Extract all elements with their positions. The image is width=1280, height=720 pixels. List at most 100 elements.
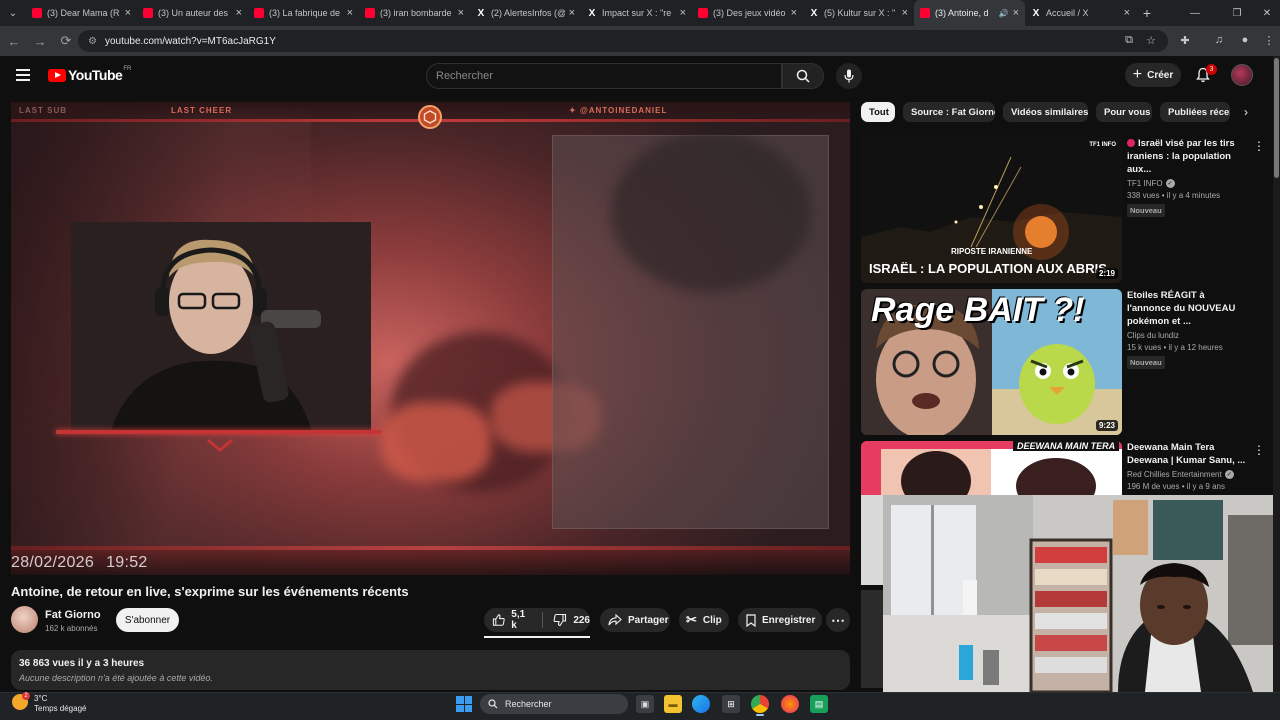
more-horizontal-icon: ⋯ <box>831 611 845 628</box>
reaction-webcam <box>883 495 1280 692</box>
recommendation-channel[interactable]: TF1 INFO ✓ <box>1127 179 1249 188</box>
new-tab-button[interactable]: + <box>1136 2 1158 24</box>
clip-button[interactable]: ✂ Clip <box>679 608 729 632</box>
more-actions-button[interactable]: ⋯ <box>826 608 850 632</box>
browser-menu-icon[interactable]: ⋮ <box>1258 29 1280 51</box>
browser-tab[interactable]: (3) La fabrique de × <box>248 0 359 26</box>
audio-playing-icon[interactable]: 🔊 <box>999 9 1009 18</box>
maximize-icon[interactable]: ❐ <box>1220 0 1254 26</box>
like-button[interactable]: 5,1 k <box>492 609 532 631</box>
install-app-icon[interactable]: ⧉ <box>1118 29 1140 51</box>
extensions-icon[interactable]: ✚ <box>1174 29 1196 51</box>
taskbar-search[interactable]: Rechercher <box>480 694 628 714</box>
video-thumbnail[interactable]: TF1 INFO RIPOSTE IRANIENNE ISRAËL : LA P… <box>861 137 1122 283</box>
file-explorer-icon[interactable]: ▬ <box>664 695 682 713</box>
site-info-icon[interactable]: ⚙ <box>88 36 97 47</box>
new-badge: Nouveau <box>1127 356 1165 369</box>
browser-tab[interactable]: (3) Antoine, d 🔊 × <box>914 0 1025 26</box>
weather-description[interactable]: Temps dégagé <box>34 704 86 713</box>
recommendation-title[interactable]: Etoiles RÉAGIT à l'annonce du NOUVEAU po… <box>1127 289 1249 328</box>
tab-close-icon[interactable]: × <box>791 7 797 19</box>
filter-chip[interactable]: Source : Fat Giorno <box>903 102 995 122</box>
tab-search-icon[interactable]: ⌄ <box>0 0 26 26</box>
weather-temperature[interactable]: 3°C <box>34 694 47 703</box>
description-box[interactable]: 36 863 vues il y a 3 heures Aucune descr… <box>11 650 850 690</box>
browser-tab-label: (3) iran bombarde <box>380 8 452 18</box>
tab-close-icon[interactable]: × <box>236 7 242 19</box>
filter-chip[interactable]: Publiées récemment <box>1160 102 1230 122</box>
recommendation-channel[interactable]: Red Chillies Entertainment ✓ <box>1127 470 1249 479</box>
forward-icon[interactable]: → <box>28 29 52 53</box>
chevron-down-icon <box>207 438 233 452</box>
recommendation-title[interactable]: Israël visé par les tirs iraniens : la p… <box>1127 137 1249 176</box>
firefox-icon[interactable] <box>781 695 799 713</box>
tab-close-icon[interactable]: × <box>680 7 686 19</box>
filter-chip[interactable]: Vidéos similaires <box>1003 102 1088 122</box>
dislike-button[interactable]: 226 <box>553 613 590 627</box>
account-avatar[interactable] <box>1231 64 1253 86</box>
like-divider <box>542 612 544 628</box>
subscribe-button[interactable]: S'abonner <box>116 608 179 632</box>
bookmark-star-icon[interactable]: ☆ <box>1140 29 1162 51</box>
taskbar-search-label: Rechercher <box>505 699 552 709</box>
search-button[interactable] <box>782 63 824 89</box>
windows-start-icon[interactable] <box>456 696 472 712</box>
tab-close-icon[interactable]: × <box>569 7 575 19</box>
browser-tab[interactable]: X Accueil / X × <box>1025 0 1136 26</box>
browser-tab[interactable]: X (5) Kultur sur X : " × <box>803 0 914 26</box>
recommendation-item[interactable]: Rage BAIT ?! 9:23 Etoiles RÉAGIT à l'ann… <box>861 289 1266 435</box>
minimize-icon[interactable]: — <box>1178 0 1212 26</box>
filter-chip[interactable]: Tout <box>861 102 895 122</box>
back-icon[interactable]: ← <box>2 29 26 53</box>
scrollbar-thumb[interactable] <box>1274 58 1279 178</box>
chrome-icon[interactable] <box>751 695 769 716</box>
browser-tab[interactable]: (3) Des jeux vidéo × <box>692 0 803 26</box>
browser-tab[interactable]: (3) Dear Mama (R × <box>26 0 137 26</box>
share-button[interactable]: Partager <box>600 608 670 632</box>
menu-icon[interactable] <box>16 69 30 81</box>
browser-tab[interactable]: (3) Un auteur des × <box>137 0 248 26</box>
video-thumbnail[interactable]: DEEWANA MAIN TERA <box>861 441 1122 495</box>
channel-name[interactable]: Fat Giorno <box>45 609 101 621</box>
more-vertical-icon[interactable]: ⋮ <box>1253 443 1265 457</box>
tab-close-icon[interactable]: × <box>1013 7 1019 19</box>
subscriber-count: 162 k abonnés <box>45 624 98 633</box>
video-thumbnail[interactable]: Rage BAIT ?! 9:23 <box>861 289 1122 435</box>
search-input[interactable] <box>427 64 781 88</box>
tab-close-icon[interactable]: × <box>347 7 353 19</box>
filter-chip[interactable]: Pour vous <box>1096 102 1152 122</box>
like-dislike-group: 5,1 k 226 <box>484 608 590 632</box>
tab-close-icon[interactable]: × <box>1124 7 1130 19</box>
recommendation-channel[interactable]: Clips du lundiz <box>1127 331 1249 340</box>
recommendation-title[interactable]: Deewana Main Tera Deewana | Kumar Sanu, … <box>1127 441 1249 467</box>
address-bar[interactable]: ⚙ youtube.com/watch?v=MT6acJaRG1Y <box>78 30 1168 52</box>
recommendation-item[interactable]: TF1 INFO RIPOSTE IRANIENNE ISRAËL : LA P… <box>861 137 1266 283</box>
browser-tab-label: (3) Dear Mama (R <box>47 8 120 18</box>
streaming-app-icon[interactable]: ▤ <box>810 695 828 713</box>
create-button[interactable]: + Créer <box>1125 63 1181 87</box>
recommendation-meta: 338 vues • il y a 4 minutes <box>1127 191 1221 200</box>
media-controls-icon[interactable]: ♫ <box>1208 29 1230 51</box>
save-button[interactable]: Enregistrer <box>738 608 822 632</box>
more-vertical-icon[interactable]: ⋮ <box>1253 139 1265 153</box>
reload-icon[interactable]: ⟳ <box>54 29 78 53</box>
profile-icon[interactable]: ● <box>1234 29 1256 51</box>
tab-close-icon[interactable]: × <box>458 7 464 19</box>
edge-icon[interactable] <box>692 695 710 713</box>
tab-close-icon[interactable]: × <box>125 7 131 19</box>
browser-tab[interactable]: X (2) AlertesInfos (@ × <box>470 0 581 26</box>
channel-avatar[interactable] <box>11 606 38 633</box>
logo-text: YouTube <box>68 67 123 83</box>
youtube-icon <box>32 8 42 18</box>
store-icon[interactable]: ⊞ <box>722 695 740 713</box>
chevron-right-icon[interactable]: › <box>1238 104 1254 120</box>
recommendation-item[interactable]: DEEWANA MAIN TERA Deewana Main Tera Deew… <box>861 441 1266 495</box>
task-view-icon[interactable]: ▣ <box>636 695 654 713</box>
browser-tab[interactable]: X Impact sur X : "re × <box>581 0 692 26</box>
video-player[interactable]: LAST SUB LAST CHEER ✦ @ANTOINEDANIEL 28/… <box>11 102 850 575</box>
window-close-icon[interactable]: ✕ <box>1250 0 1280 26</box>
tab-close-icon[interactable]: × <box>902 7 908 19</box>
voice-search-button[interactable] <box>836 63 862 89</box>
browser-tab[interactable]: (3) iran bombarde × <box>359 0 470 26</box>
youtube-logo[interactable]: YouTube FR <box>48 66 131 83</box>
